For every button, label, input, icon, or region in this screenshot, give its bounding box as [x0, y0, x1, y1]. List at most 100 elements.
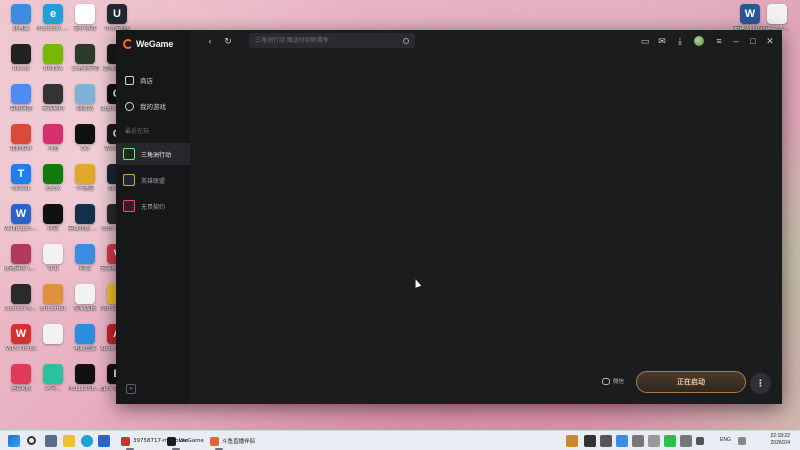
download-icon[interactable]: ⤓	[674, 35, 686, 47]
desktop-icon[interactable]: 学习...	[36, 364, 70, 393]
avatar[interactable]	[694, 36, 704, 46]
topbar: ‹ ↻ ▭ ✉ ⤓ ≡ – □ ✕	[190, 30, 782, 52]
desktop-icon[interactable]: 此电脑	[4, 4, 38, 33]
desktop-icon[interactable]: 回收站	[68, 84, 102, 113]
tray-icon-4[interactable]	[616, 435, 628, 447]
desktop-icon[interactable]: NVIDIA	[36, 44, 70, 73]
desktop-icon[interactable]: 雀魂麻将 (Mahjong...	[4, 244, 38, 273]
taskbar-app[interactable]: 斗鱼直播伴侣	[207, 434, 258, 450]
app-icon	[43, 44, 63, 64]
tray-icon-1[interactable]	[566, 435, 578, 447]
recent-section-title: 最近在玩	[125, 129, 150, 135]
search-input[interactable]	[255, 37, 395, 44]
desktop-icon[interactable]: 百度网盘	[4, 84, 38, 113]
desktop-icon[interactable]: W WPS Office	[4, 324, 38, 353]
wegame-logo[interactable]: WeGame	[123, 39, 173, 49]
recent-game-name: 英雄联盟	[141, 178, 166, 185]
recent-game-item[interactable]: 三角洲行动	[116, 143, 190, 165]
recent-game-item[interactable]: 无畏契约	[116, 195, 190, 217]
recent-game-item[interactable]: 英雄联盟	[116, 169, 190, 191]
launch-button[interactable]: 正在启动	[636, 371, 746, 393]
desktop-icon-label: 无畏契约	[41, 106, 64, 112]
app-icon	[43, 324, 63, 344]
desktop-icon-label: 网络	[79, 266, 91, 272]
tray-icon-7[interactable]	[664, 435, 676, 447]
taskbar-app[interactable]: WeGame	[164, 434, 207, 450]
nav-my-games[interactable]: 我的游戏	[116, 95, 190, 117]
chevron-up-icon[interactable]	[696, 437, 704, 445]
store-icon[interactable]	[98, 435, 110, 447]
desktop-icon-label: 电脑管家	[73, 346, 96, 352]
task-view-icon[interactable]	[45, 435, 57, 447]
refresh-icon[interactable]: ↻	[222, 35, 234, 47]
desktop-icon[interactable]: T ToDesk	[4, 164, 38, 193]
back-arrow-icon[interactable]: ‹	[204, 35, 216, 47]
clock[interactable]: 22:18:22 2026/2/4	[771, 433, 790, 447]
sidebar: WeGame 商店 我的游戏 最近在玩 三角洲行动英雄联盟无畏契约 »	[116, 30, 190, 404]
desktop-icon-label: Microsoft Edge	[36, 26, 70, 32]
desktop-icon[interactable]: 电脑管家	[68, 324, 102, 353]
mail-icon[interactable]: ✉	[656, 35, 668, 47]
desktop-icon[interactable]: 全民K歌	[4, 364, 38, 393]
wechat-icon	[602, 377, 610, 385]
desktop-icon[interactable]: W Wallpaper Engine	[4, 204, 38, 233]
file-explorer-icon[interactable]	[63, 435, 75, 447]
desktop-icon[interactable]	[36, 324, 70, 346]
taskbar: 39758717-myhouse WeGame 斗鱼直播伴侣 ENG 22:18:2…	[0, 430, 800, 450]
maximize-icon[interactable]: □	[747, 35, 759, 47]
mouse-cursor-icon	[412, 278, 422, 288]
tray-icon-6[interactable]	[648, 435, 660, 447]
desktop-icon[interactable]: HELLDIVERS 2	[68, 364, 102, 393]
desktop-icon[interactable]: QQ	[68, 124, 102, 153]
tray-icon-8[interactable]	[680, 435, 692, 447]
app-icon: W	[11, 204, 31, 224]
desktop-icon[interactable]: XBOX	[36, 164, 70, 193]
search-taskbar-icon[interactable]	[27, 436, 36, 445]
desktop-icon[interactable]: 玩小游戏	[68, 4, 102, 33]
desktop-icon[interactable]: Nexus	[4, 44, 38, 73]
desktop-icon[interactable]: YY语音	[68, 164, 102, 193]
desktop-icon-label: 此电脑	[12, 26, 30, 32]
desktop-icon[interactable]: 控制面板	[68, 284, 102, 313]
app-icon	[43, 164, 63, 184]
start-icon[interactable]	[8, 435, 20, 447]
nav-store[interactable]: 商店	[116, 69, 190, 91]
desktop-icon[interactable]: 三角洲行动	[68, 44, 102, 73]
nav-my-games-label: 我的游戏	[140, 104, 166, 111]
desktop-icon-label: 回收站	[76, 106, 94, 112]
desktop-icon[interactable]: U UU加速器	[100, 4, 134, 33]
message-icon[interactable]: ▭	[639, 35, 651, 47]
tray-icon-3[interactable]	[600, 435, 612, 447]
desktop-icon[interactable]: Counter-S... 2	[4, 284, 38, 313]
desktop-icon[interactable]: 新建 文本文档	[760, 4, 794, 33]
language-indicator[interactable]: ENG	[720, 437, 731, 443]
recent-game-name: 无畏契约	[141, 204, 166, 211]
app-icon	[43, 244, 63, 264]
game-icon	[123, 174, 135, 186]
volume-icon[interactable]	[738, 437, 746, 445]
search-bar[interactable]	[249, 33, 415, 48]
desktop-icon-label: 导出	[47, 266, 59, 272]
desktop-icon[interactable]: 抖音	[36, 204, 70, 233]
desktop-icon[interactable]: 导出	[36, 244, 70, 273]
desktop-icon[interactable]: 英雄联盟 WeGame版	[68, 204, 102, 233]
desktop-icon[interactable]: e Microsoft Edge	[36, 4, 70, 33]
app-icon	[75, 204, 95, 224]
desktop-icon[interactable]: BitComet	[36, 284, 70, 313]
edge-icon[interactable]	[81, 435, 93, 447]
search-icon[interactable]	[403, 37, 409, 44]
store-bag-icon	[125, 75, 134, 85]
tray-icon-2[interactable]	[584, 435, 596, 447]
desktop-icon-label: QQ	[80, 146, 90, 152]
tray-icon-5[interactable]	[632, 435, 644, 447]
desktop-icon[interactable]: 斗鱼	[36, 124, 70, 153]
desktop-icon[interactable]: 我的世界	[4, 124, 38, 153]
minimize-icon[interactable]: –	[730, 35, 742, 47]
desktop-icon[interactable]: 网络	[68, 244, 102, 273]
menu-icon[interactable]: ≡	[713, 35, 725, 47]
desktop-icon[interactable]: 无畏契约	[36, 84, 70, 113]
status-chip[interactable]: 微信	[602, 377, 624, 385]
more-options-button[interactable]: ⋮	[750, 373, 771, 394]
collapse-sidebar-button[interactable]: »	[126, 384, 136, 394]
close-icon[interactable]: ✕	[764, 35, 776, 47]
